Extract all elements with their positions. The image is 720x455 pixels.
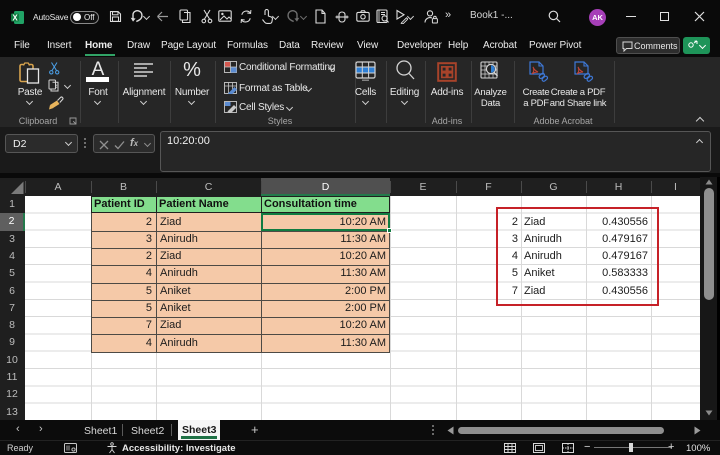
svg-text:X: X xyxy=(12,14,18,23)
